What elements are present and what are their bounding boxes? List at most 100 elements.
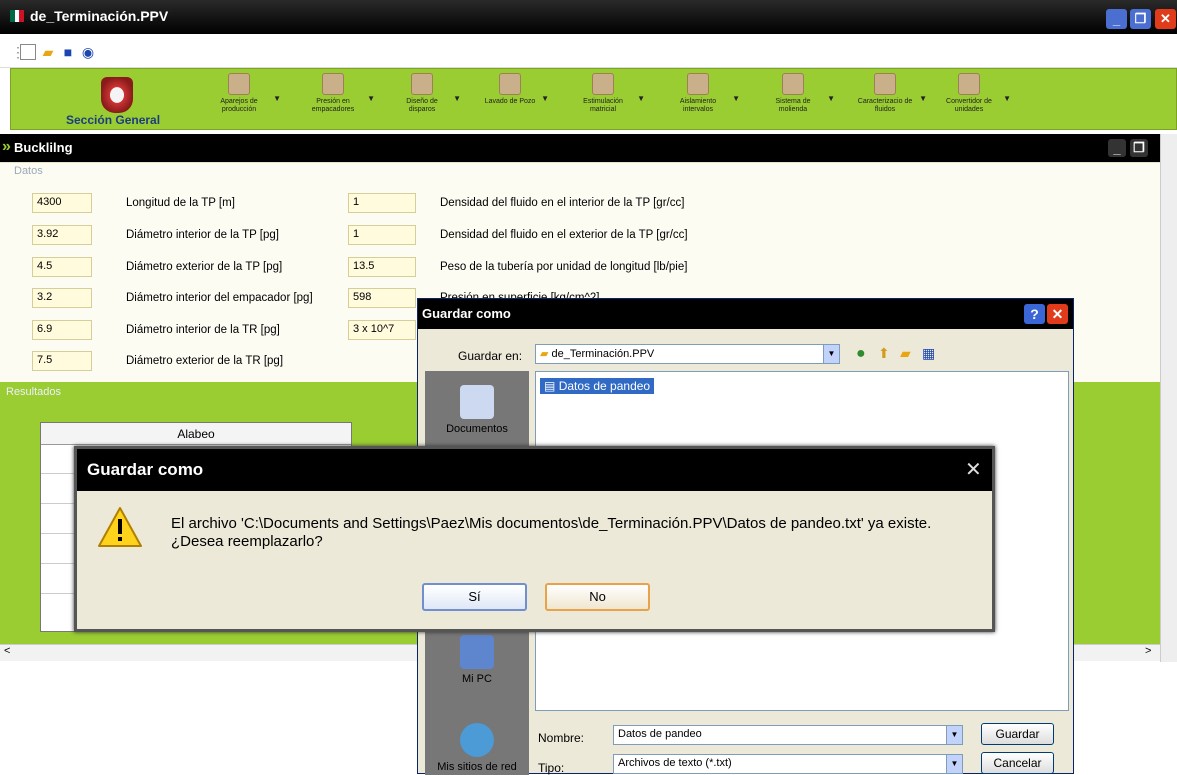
- chevron-down-icon[interactable]: ▼: [946, 726, 962, 744]
- diametro-int-tp-input[interactable]: 3.92: [32, 225, 92, 245]
- ribbon-item-aparejos[interactable]: Aparejos de producción ▼: [207, 71, 281, 114]
- grid-header-alabeo: Alabeo: [41, 423, 351, 445]
- disparos-icon: [411, 73, 433, 95]
- dropdown-arrow-icon[interactable]: ▼: [273, 95, 281, 103]
- main-title-bar[interactable]: de_Terminación.PPV _ ❐ ✕: [0, 0, 1177, 34]
- ribbon-item-disparos[interactable]: Diseño de disparos ▼: [393, 71, 461, 114]
- views-menu-icon[interactable]: ▦: [922, 345, 935, 362]
- save-dialog-close-button[interactable]: ✕: [1047, 304, 1068, 324]
- confirm-dialog-title: Guardar como: [87, 460, 204, 479]
- seccion-general-label[interactable]: Sección General: [66, 113, 160, 127]
- vertical-scrollbar[interactable]: [1160, 134, 1177, 662]
- save-button[interactable]: Guardar: [981, 723, 1054, 745]
- ribbon-item-label: Estimulación matricial: [583, 98, 623, 113]
- presion-superficie-input[interactable]: 598: [348, 288, 416, 308]
- ribbon-item-label: Aislamiento intervalos: [679, 98, 717, 113]
- diametro-empacador-input[interactable]: 3.2: [32, 288, 92, 308]
- caracterizacion-icon: [874, 73, 896, 95]
- help-button[interactable]: ?: [1024, 304, 1045, 324]
- cancel-button[interactable]: Cancelar: [981, 752, 1054, 774]
- no-button[interactable]: No: [545, 583, 650, 611]
- diametro-ext-tr-label: Diámetro exterior de la TR [pg]: [126, 355, 284, 367]
- scroll-right-icon[interactable]: >: [1145, 645, 1151, 657]
- university-shield-icon: [101, 77, 133, 113]
- confirm-close-icon[interactable]: ✕: [965, 457, 982, 482]
- diametro-ext-tp-input[interactable]: 4.5: [32, 257, 92, 277]
- ribbon-item-lavado[interactable]: Lavado de Pozo ▼: [481, 71, 549, 106]
- longitud-tp-input[interactable]: 4300: [32, 193, 92, 213]
- file-name-input[interactable]: Datos de pandeo ▼: [613, 725, 963, 745]
- file-type-select[interactable]: Archivos de texto (*.txt) ▼: [613, 754, 963, 774]
- app-flag-icon: [10, 10, 25, 22]
- densidad-int-input[interactable]: 1: [348, 193, 416, 213]
- save-icon[interactable]: ■: [60, 44, 76, 60]
- save-dialog-title-bar[interactable]: Guardar como ? ✕: [418, 299, 1073, 329]
- dropdown-arrow-icon[interactable]: ▼: [732, 95, 740, 103]
- documents-icon: [460, 385, 494, 419]
- confirm-message-line1: El archivo 'C:\Documents and Settings\Pa…: [171, 515, 932, 532]
- lavado-icon: [499, 73, 521, 95]
- dropdown-arrow-icon[interactable]: ▼: [1003, 95, 1011, 103]
- place-label: Mis sitios de red: [437, 761, 517, 773]
- modulo-input[interactable]: 3 x 10^7: [348, 320, 416, 340]
- minimize-button[interactable]: _: [1106, 9, 1127, 29]
- densidad-ext-input[interactable]: 1: [348, 225, 416, 245]
- save-dialog-title: Guardar como: [422, 306, 511, 321]
- diametro-int-tp-label: Diámetro interior de la TP [pg]: [126, 229, 279, 241]
- ribbon-item-convertidor[interactable]: Convertidor de unidades ▼: [937, 71, 1011, 114]
- diametro-int-tr-input[interactable]: 6.9: [32, 320, 92, 340]
- open-folder-icon[interactable]: ▰: [40, 44, 56, 60]
- aparejos-icon: [228, 73, 250, 95]
- save-in-value: de_Terminación.PPV: [551, 348, 655, 360]
- ribbon-item-label: Lavado de Pozo: [484, 98, 536, 105]
- dropdown-arrow-icon[interactable]: ▼: [367, 95, 375, 103]
- up-folder-icon[interactable]: ⬆: [878, 345, 890, 362]
- file-name-value: Datos de pandeo: [618, 728, 702, 740]
- dropdown-arrow-icon[interactable]: ▼: [827, 95, 835, 103]
- dropdown-arrow-icon[interactable]: ▼: [541, 95, 549, 103]
- close-button[interactable]: ✕: [1155, 9, 1176, 29]
- yes-button[interactable]: Sí: [422, 583, 527, 611]
- chevron-right-icon: »: [2, 138, 11, 155]
- densidad-int-label: Densidad del fluido en el interior de la…: [440, 197, 685, 209]
- resultados-legend: Resultados: [6, 386, 62, 398]
- warning-icon: [98, 507, 142, 547]
- restore-button[interactable]: ❐: [1130, 9, 1151, 29]
- ribbon-item-aislamiento[interactable]: Aislamiento intervalos ▼: [666, 71, 740, 114]
- place-mis-sitios[interactable]: Mis sitios de red: [425, 723, 529, 773]
- name-label: Nombre:: [538, 731, 585, 745]
- main-window-title: de_Terminación.PPV: [30, 8, 169, 24]
- child-restore-button[interactable]: ❐: [1130, 139, 1148, 157]
- ribbon-item-molienda[interactable]: Sistema de molienda ▼: [761, 71, 835, 114]
- chevron-down-icon[interactable]: ▼: [823, 345, 839, 363]
- diametro-empacador-label: Diámetro interior del empacador [pg]: [126, 292, 313, 304]
- dropdown-arrow-icon[interactable]: ▼: [637, 95, 645, 103]
- diametro-ext-tr-input[interactable]: 7.5: [32, 351, 92, 371]
- dropdown-arrow-icon[interactable]: ▼: [919, 95, 927, 103]
- new-file-icon[interactable]: [20, 44, 36, 60]
- save-in-dropdown[interactable]: ▰ de_Terminación.PPV ▼: [535, 344, 840, 364]
- ribbon-item-presion[interactable]: Presión en empacadores ▼: [301, 71, 375, 114]
- type-label: Tipo:: [538, 761, 565, 775]
- help-icon[interactable]: ◉: [80, 44, 96, 60]
- child-title-bar[interactable]: » Bucklilng _ ❐: [0, 134, 1160, 162]
- peso-tuberia-input[interactable]: 13.5: [348, 257, 416, 277]
- ribbon-item-label: Aparejos de producción: [220, 98, 258, 113]
- dropdown-arrow-icon[interactable]: ▼: [453, 95, 461, 103]
- ribbon-item-caracterizacion[interactable]: Caracterizacio de fluidos ▼: [853, 71, 927, 114]
- confirm-dialog-title-bar[interactable]: Guardar como ✕: [77, 449, 992, 491]
- child-minimize-button[interactable]: _: [1108, 139, 1126, 157]
- confirm-message: El archivo 'C:\Documents and Settings\Pa…: [171, 515, 931, 551]
- place-label: Documentos: [446, 423, 508, 435]
- place-documentos[interactable]: Documentos: [425, 385, 529, 435]
- ribbon-item-estimulacion[interactable]: Estimulación matricial ▼: [571, 71, 645, 114]
- back-icon[interactable]: ●: [856, 345, 866, 363]
- new-folder-icon[interactable]: ▰: [900, 345, 911, 362]
- molienda-icon: [782, 73, 804, 95]
- place-label: Mi PC: [462, 673, 492, 685]
- file-item[interactable]: ▤ Datos de pandeo: [540, 378, 655, 394]
- module-ribbon: Sección General Aparejos de producción ▼ …: [10, 68, 1177, 130]
- place-mi-pc[interactable]: Mi PC: [425, 635, 529, 685]
- chevron-down-icon[interactable]: ▼: [946, 755, 962, 773]
- scroll-left-icon[interactable]: <: [4, 645, 10, 657]
